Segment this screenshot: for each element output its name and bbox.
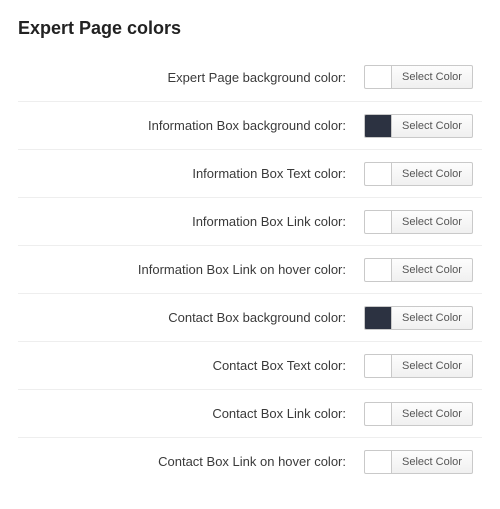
section-title: Expert Page colors: [18, 18, 482, 39]
row-info-box-link-hover: Information Box Link on hover color: Sel…: [18, 245, 482, 293]
row-info-box-text: Information Box Text color: Select Color: [18, 149, 482, 197]
field-label: Expert Page background color:: [18, 70, 364, 85]
color-picker: Select Color: [364, 402, 482, 426]
select-color-button[interactable]: Select Color: [392, 65, 473, 89]
color-swatch[interactable]: [364, 306, 392, 330]
field-label: Information Box background color:: [18, 118, 364, 133]
color-swatch[interactable]: [364, 162, 392, 186]
select-color-button[interactable]: Select Color: [392, 402, 473, 426]
color-picker: Select Color: [364, 114, 482, 138]
field-label: Contact Box Text color:: [18, 358, 364, 373]
row-info-box-link: Information Box Link color: Select Color: [18, 197, 482, 245]
field-label: Information Box Link on hover color:: [18, 262, 364, 277]
select-color-button[interactable]: Select Color: [392, 306, 473, 330]
field-label: Contact Box Link on hover color:: [18, 454, 364, 469]
select-color-button[interactable]: Select Color: [392, 114, 473, 138]
select-color-button[interactable]: Select Color: [392, 210, 473, 234]
select-color-button[interactable]: Select Color: [392, 162, 473, 186]
color-picker: Select Color: [364, 65, 482, 89]
color-swatch[interactable]: [364, 210, 392, 234]
row-contact-box-link-hover: Contact Box Link on hover color: Select …: [18, 437, 482, 485]
row-contact-box-text: Contact Box Text color: Select Color: [18, 341, 482, 389]
field-label: Contact Box Link color:: [18, 406, 364, 421]
row-contact-box-link: Contact Box Link color: Select Color: [18, 389, 482, 437]
color-picker: Select Color: [364, 258, 482, 282]
select-color-button[interactable]: Select Color: [392, 450, 473, 474]
row-info-box-bg: Information Box background color: Select…: [18, 101, 482, 149]
color-picker: Select Color: [364, 306, 482, 330]
field-label: Information Box Link color:: [18, 214, 364, 229]
field-label: Information Box Text color:: [18, 166, 364, 181]
color-swatch[interactable]: [364, 402, 392, 426]
field-label: Contact Box background color:: [18, 310, 364, 325]
color-picker: Select Color: [364, 354, 482, 378]
color-swatch[interactable]: [364, 258, 392, 282]
color-picker: Select Color: [364, 162, 482, 186]
color-swatch[interactable]: [364, 114, 392, 138]
color-swatch[interactable]: [364, 354, 392, 378]
color-swatch[interactable]: [364, 65, 392, 89]
row-contact-box-bg: Contact Box background color: Select Col…: [18, 293, 482, 341]
color-picker: Select Color: [364, 210, 482, 234]
select-color-button[interactable]: Select Color: [392, 258, 473, 282]
color-picker: Select Color: [364, 450, 482, 474]
select-color-button[interactable]: Select Color: [392, 354, 473, 378]
color-swatch[interactable]: [364, 450, 392, 474]
row-expert-page-bg: Expert Page background color: Select Col…: [18, 53, 482, 101]
